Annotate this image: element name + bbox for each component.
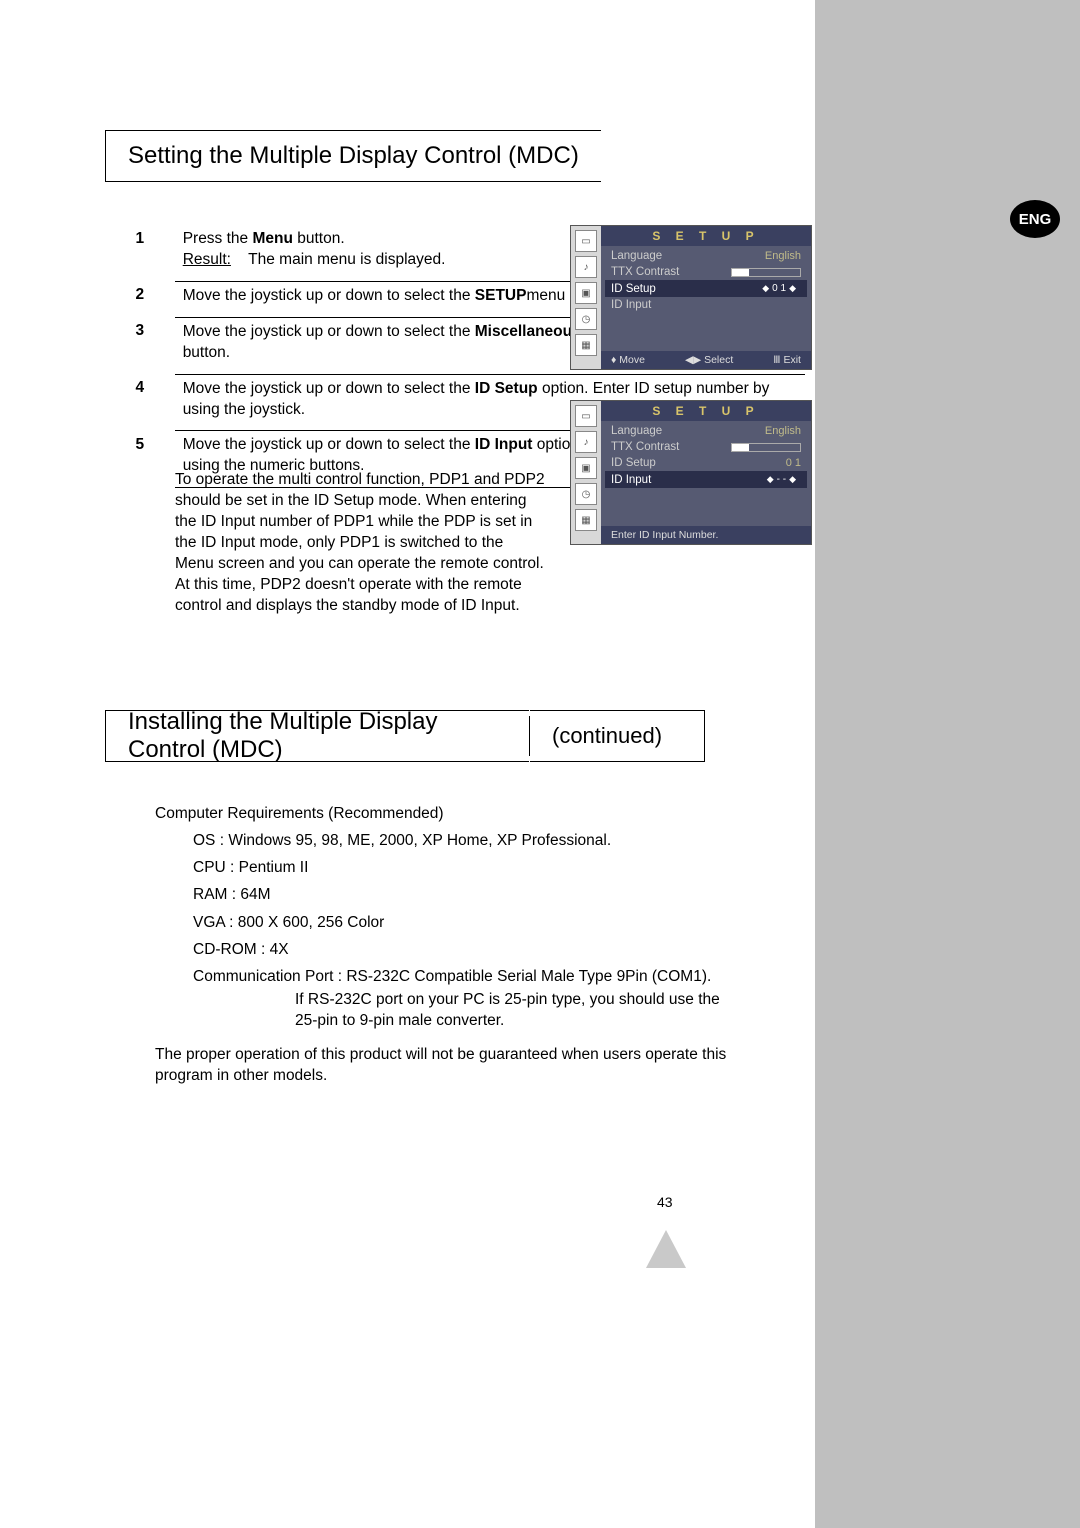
osd-row-language: Language English (605, 423, 807, 439)
osd-panel-2: ▭ ♪ ▣ ◷ ▦ S E T U P Language English TTX… (570, 400, 812, 545)
sound-icon: ♪ (575, 256, 597, 278)
osd-row-ttx: TTX Contrast (605, 439, 807, 455)
label: TTX Contrast (611, 441, 679, 453)
bold: Menu (252, 230, 292, 247)
text: Move the joystick up or down to select t… (183, 380, 475, 397)
req-comm: Communication Port : RS-232C Compatible … (155, 963, 765, 990)
req-comm-note: If RS-232C port on your PC is 25-pin typ… (155, 990, 765, 1011)
label: ID Input (611, 474, 651, 486)
osd-row-idinput: ID Input ◆- -◆ (605, 471, 807, 488)
bold: ID Input (475, 436, 533, 453)
channel-icon: ▣ (575, 282, 597, 304)
time-icon: ◷ (575, 483, 597, 505)
osd-title: S E T U P (601, 401, 811, 421)
result-label: Result: (183, 251, 231, 268)
req-cpu: CPU : Pentium II (155, 854, 765, 881)
bold: Miscellaneous (475, 323, 581, 340)
value: - - (777, 474, 786, 485)
exit-label: Exit (783, 354, 801, 366)
value: English (765, 425, 801, 437)
section2-header: Installing the Multiple Display Control … (105, 710, 705, 762)
setup-icon: ▦ (575, 334, 597, 356)
osd-footer: ♦ Move ◀▶ Select Ⅲ Exit (601, 351, 811, 369)
label: ID Input (611, 299, 651, 311)
channel-icon: ▣ (575, 457, 597, 479)
time-icon: ◷ (575, 308, 597, 330)
text: Move the joystick up or down to select t… (183, 287, 475, 304)
section2-title: Installing the Multiple Display Control … (105, 710, 529, 762)
req-os: OS : Windows 95, 98, ME, 2000, XP Home, … (155, 827, 765, 854)
section1-header: Setting the Multiple Display Control (MD… (105, 130, 705, 182)
select-label: Select (704, 354, 733, 366)
label: ID Setup (611, 283, 656, 295)
section1-note: To operate the multi control function, P… (175, 470, 545, 616)
text: button. (293, 230, 345, 247)
osd-row-idsetup: ID Setup 0 1 (605, 455, 807, 471)
section2-subtitle: (continued) (530, 710, 705, 762)
label: Language (611, 425, 662, 437)
sound-icon: ♪ (575, 431, 597, 453)
result-text: The main menu is displayed. (248, 251, 445, 268)
display-icon: ▭ (575, 405, 597, 427)
value: English (765, 250, 801, 262)
req-comm-note: 25-pin to 9-pin male converter. (155, 1011, 765, 1032)
req-ram: RAM : 64M (155, 881, 765, 908)
joystick-icon: ◆ (789, 474, 796, 485)
step-number: 3 (105, 317, 175, 374)
step-number: 4 (105, 374, 175, 431)
slider-icon (731, 268, 801, 277)
osd-row-idsetup: ID Setup ◆0 1◆ (605, 280, 807, 297)
text: Move the joystick up or down to select t… (183, 436, 475, 453)
label: ID Setup (611, 457, 656, 469)
joystick-icon: ◆ (789, 283, 796, 294)
step-number: 2 (105, 281, 175, 317)
section2-body: Computer Requirements (Recommended) OS :… (155, 800, 765, 1032)
osd-title: S E T U P (601, 226, 811, 246)
section2-warning: The proper operation of this product wil… (155, 1045, 750, 1087)
text: Move the joystick up or down to select t… (183, 323, 475, 340)
osd-row-language: Language English (605, 248, 807, 264)
slider-icon (731, 443, 801, 452)
osd-hint: Enter ID Input Number. (601, 526, 811, 544)
step-number: 1 (105, 225, 175, 281)
section1-title: Setting the Multiple Display Control (MD… (105, 130, 601, 182)
display-icon: ▭ (575, 230, 597, 252)
osd-row-idinput: ID Input (605, 297, 807, 313)
bold: SETUP (475, 287, 527, 304)
osd-icon-column: ▭ ♪ ▣ ◷ ▦ (571, 401, 601, 544)
label: TTX Contrast (611, 266, 679, 278)
value: 0 1 (786, 457, 801, 469)
joystick-icon: ◆ (767, 474, 774, 485)
bold: ID Setup (475, 380, 538, 397)
osd-panel-1: ▭ ♪ ▣ ◷ ▦ S E T U P Language English TTX… (570, 225, 812, 370)
page-marker-triangle-icon (646, 1230, 686, 1268)
step-number: 5 (105, 431, 175, 488)
language-badge: ENG (1010, 200, 1060, 238)
req-title: Computer Requirements (Recommended) (155, 800, 765, 827)
move-label: Move (619, 354, 645, 366)
req-vga: VGA : 800 X 600, 256 Color (155, 909, 765, 936)
req-cdrom: CD-ROM : 4X (155, 936, 765, 963)
page-number: 43 (657, 1194, 673, 1210)
setup-icon: ▦ (575, 509, 597, 531)
label: Language (611, 250, 662, 262)
osd-row-ttx: TTX Contrast (605, 264, 807, 280)
text: Press the (183, 230, 253, 247)
joystick-icon: ◆ (762, 283, 769, 294)
osd-icon-column: ▭ ♪ ▣ ◷ ▦ (571, 226, 601, 369)
value: 0 1 (772, 283, 786, 294)
